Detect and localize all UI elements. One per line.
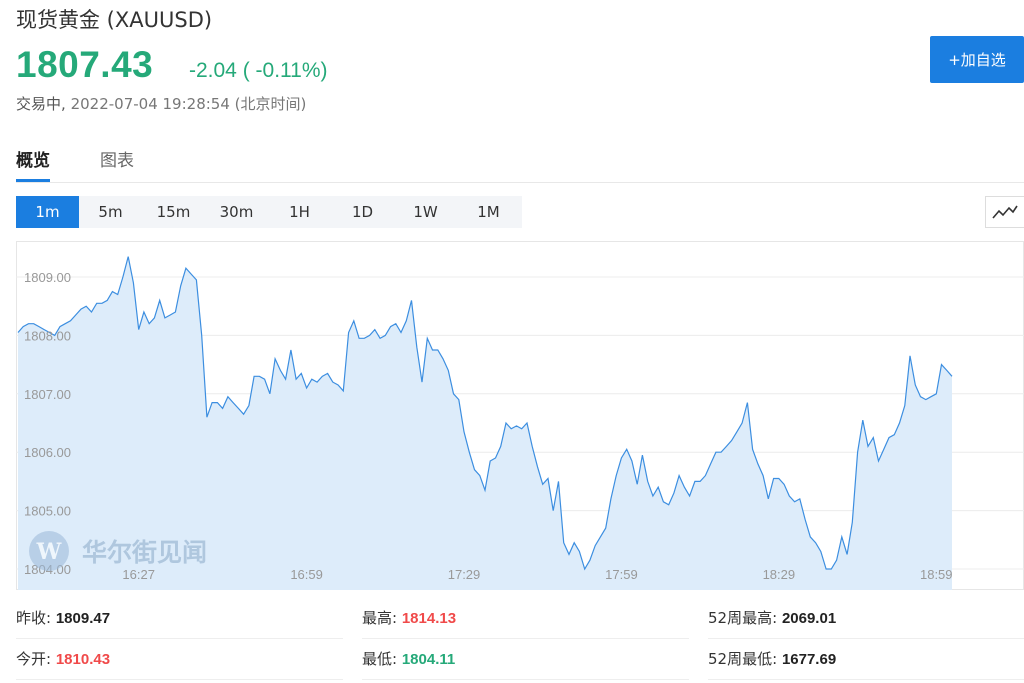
y-tick-label: 1809.00 bbox=[24, 270, 71, 285]
line-chart-icon bbox=[992, 205, 1018, 219]
stat-prev-close: 昨收: 1809.47 bbox=[16, 598, 343, 639]
period-1m[interactable]: 1m bbox=[16, 196, 79, 228]
stat-52w-low: 52周最低: 1677.69 bbox=[708, 639, 1024, 680]
stat-value: 1804.11 bbox=[401, 651, 456, 668]
x-tick-label: 18:29 bbox=[763, 567, 796, 582]
stat-52w-high: 52周最高: 2069.01 bbox=[708, 598, 1024, 639]
add-watchlist-button[interactable]: +加自选 bbox=[930, 36, 1024, 83]
price-chart[interactable]: 1804.001805.001806.001807.001808.001809.… bbox=[16, 241, 1024, 590]
x-tick-label: 16:27 bbox=[122, 567, 155, 582]
y-tick-label: 1806.00 bbox=[24, 445, 71, 460]
tab-overview[interactable]: 概览 bbox=[16, 146, 50, 182]
stat-low: 最低: 1804.11 bbox=[362, 639, 689, 680]
timestamp: 2022-07-04 19:28:54 (北京时间) bbox=[70, 95, 307, 113]
stat-value: 1809.47 bbox=[55, 610, 111, 627]
chart-type-button[interactable] bbox=[985, 196, 1024, 228]
tab-chart[interactable]: 图表 bbox=[100, 146, 134, 179]
trading-status-label: 交易中, bbox=[16, 95, 66, 113]
price-change: -2.04 ( -0.11%) bbox=[189, 59, 328, 82]
price-chart-svg: 1804.001805.001806.001807.001808.001809.… bbox=[16, 241, 1024, 590]
y-tick-label: 1807.00 bbox=[24, 387, 71, 402]
y-tick-label: 1808.00 bbox=[24, 328, 71, 343]
stat-open: 今开: 1810.43 bbox=[16, 639, 343, 680]
current-price: 1807.43 bbox=[16, 44, 154, 85]
x-tick-label: 18:59 bbox=[920, 567, 953, 582]
period-1h[interactable]: 1H bbox=[268, 196, 331, 228]
stat-label: 昨收: bbox=[16, 609, 52, 627]
stat-label: 最高: bbox=[362, 609, 398, 627]
stat-label: 52周最低: bbox=[708, 650, 778, 668]
tab-bar: 概览 图表 bbox=[16, 146, 1024, 183]
x-tick-label: 16:59 bbox=[290, 567, 323, 582]
period-15m[interactable]: 15m bbox=[142, 196, 205, 228]
period-1mo[interactable]: 1M bbox=[457, 196, 520, 228]
stat-value: 2069.01 bbox=[781, 610, 837, 627]
svg-text:W: W bbox=[36, 539, 62, 565]
stat-value: 1677.69 bbox=[781, 651, 837, 668]
stat-value: 1814.13 bbox=[401, 610, 457, 627]
y-tick-label: 1805.00 bbox=[24, 504, 71, 519]
period-1d[interactable]: 1D bbox=[331, 196, 394, 228]
stat-label: 今开: bbox=[16, 650, 52, 668]
stat-high: 最高: 1814.13 bbox=[362, 598, 689, 639]
stat-value: 1810.43 bbox=[55, 651, 111, 668]
stat-label: 52周最高: bbox=[708, 609, 778, 627]
period-30m[interactable]: 30m bbox=[205, 196, 268, 228]
trading-status: 交易中, 2022-07-04 19:28:54 (北京时间) bbox=[16, 93, 306, 114]
period-5m[interactable]: 5m bbox=[79, 196, 142, 228]
period-1w[interactable]: 1W bbox=[394, 196, 457, 228]
stat-label: 最低: bbox=[362, 650, 398, 668]
period-selector: 1m 5m 15m 30m 1H 1D 1W 1M bbox=[16, 196, 522, 228]
x-tick-label: 17:59 bbox=[605, 567, 638, 582]
page-title: 现货黄金 (XAUUSD) bbox=[16, 8, 213, 32]
x-tick-label: 17:29 bbox=[448, 567, 481, 582]
watermark-text: 华尔街见闻 bbox=[82, 538, 207, 567]
